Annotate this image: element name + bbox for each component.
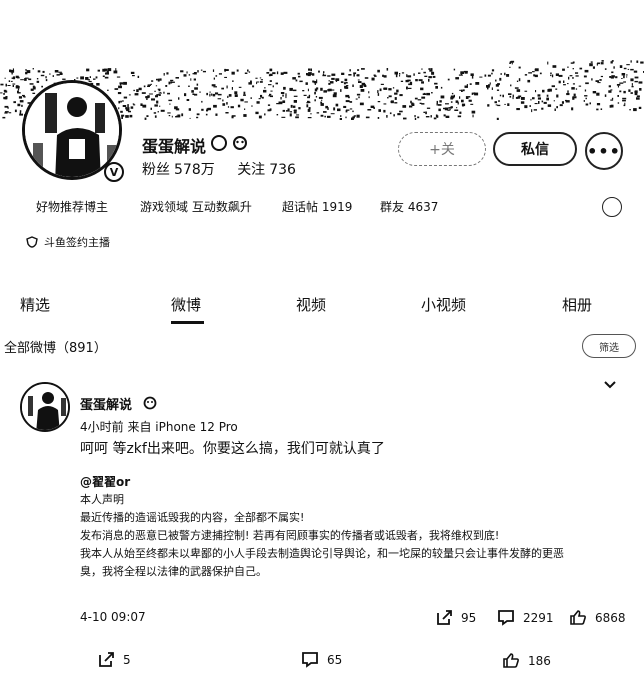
quoted-date: 4-10 09:07 <box>80 610 146 624</box>
profile-stats: 粉丝 578万 关注 736 <box>142 159 300 179</box>
post-author-name[interactable]: 蛋蛋解说 <box>80 398 132 413</box>
repost-icon <box>99 652 114 667</box>
quoted-line: 臭，我将全程以法律的武器保护自己。 <box>80 565 267 578</box>
quoted-line: 我本人从始至终都未以卑鄙的小人手段去制造舆论引导舆论，和一坨屎的较量只会让事件发… <box>80 547 564 560</box>
comment-icon <box>498 610 514 626</box>
tag-item[interactable]: 好物推荐博主 <box>36 198 108 215</box>
tab-weibo[interactable]: 微博 <box>171 294 201 315</box>
all-posts-label: 全部微博（891） <box>4 341 107 356</box>
post-avatar[interactable] <box>20 382 70 432</box>
more-button[interactable]: ••• <box>585 132 623 170</box>
verified-badge-icon: V <box>104 162 124 182</box>
tab-featured[interactable]: 精选 <box>20 294 50 315</box>
quoted-line: 发布消息的恶意已被警方逮捕控制! 若再有罔顾事实的传播者或诋毁者，我将维权到底! <box>80 529 500 542</box>
fan-badge-icon[interactable] <box>232 135 248 151</box>
message-button[interactable]: 私信 <box>493 132 577 166</box>
tab-short-video[interactable]: 小视频 <box>421 294 466 315</box>
profile-tabs: 精选 微博 视频 小视频 相册 <box>0 294 644 324</box>
repost-button[interactable]: 5 <box>98 651 131 668</box>
fans-value[interactable]: 578万 <box>174 162 215 178</box>
post-meta: 4小时前 来自 iPhone 12 Pro <box>80 418 238 435</box>
tab-active-indicator <box>171 321 204 324</box>
shield-icon <box>26 236 38 248</box>
post-source: 来自 iPhone 12 Pro <box>127 420 238 434</box>
repost-count: 5 <box>123 652 131 667</box>
follow-label: 关注 <box>237 162 266 178</box>
quoted-repost-button[interactable]: 95 <box>436 609 476 626</box>
quoted-line: 本人声明 <box>80 493 124 506</box>
follow-value[interactable]: 736 <box>269 162 296 178</box>
quoted-line: 最近传播的造谣诋毁我的内容，全部都不属实! <box>80 511 305 524</box>
quoted-like-count: 6868 <box>595 610 626 625</box>
expand-tags-icon[interactable] <box>602 197 622 217</box>
quoted-post[interactable]: @翟翟or 本人声明 最近传播的造谣诋毁我的内容，全部都不属实! 发布消息的恶意… <box>80 473 620 581</box>
post-author[interactable]: 蛋蛋解说 <box>80 394 132 413</box>
quoted-repost-count: 95 <box>461 610 477 625</box>
tab-video[interactable]: 视频 <box>296 294 326 315</box>
chevron-down-icon[interactable] <box>603 378 617 394</box>
quoted-comment-count: 2291 <box>523 610 554 625</box>
like-count: 186 <box>528 653 551 668</box>
post-time: 4小时前 <box>80 420 124 434</box>
like-button[interactable]: 186 <box>502 652 551 669</box>
level-icon[interactable] <box>211 135 227 151</box>
tag-item[interactable]: 游戏领域 互动数飙升 <box>140 198 252 215</box>
fans-label: 粉丝 <box>142 162 170 178</box>
tab-album[interactable]: 相册 <box>562 294 592 315</box>
filter-button[interactable]: 筛选 <box>582 334 636 358</box>
sign-row: 斗鱼签约主播 <box>26 234 110 250</box>
fan-badge-icon <box>143 396 157 410</box>
thumbs-up-icon <box>503 653 519 668</box>
thumbs-up-icon <box>570 610 586 625</box>
tag-item[interactable]: 群友 4637 <box>380 198 438 215</box>
comment-icon <box>302 652 318 668</box>
follow-button[interactable]: +关 <box>398 132 486 166</box>
comment-count: 65 <box>327 652 343 667</box>
quoted-comment-button[interactable]: 2291 <box>497 609 554 626</box>
profile-name: 蛋蛋解说 <box>142 137 207 156</box>
quoted-like-button[interactable]: 6868 <box>569 609 626 626</box>
tag-item[interactable]: 超话帖 1919 <box>282 198 352 215</box>
sign-label: 斗鱼签约主播 <box>44 236 110 249</box>
post-text: 呵呵 等zkf出来吧。你要这么搞，我们可就认真了 <box>80 441 385 457</box>
repost-icon <box>437 610 452 625</box>
comment-button[interactable]: 65 <box>301 651 342 668</box>
quoted-author[interactable]: @翟翟or <box>80 473 620 491</box>
